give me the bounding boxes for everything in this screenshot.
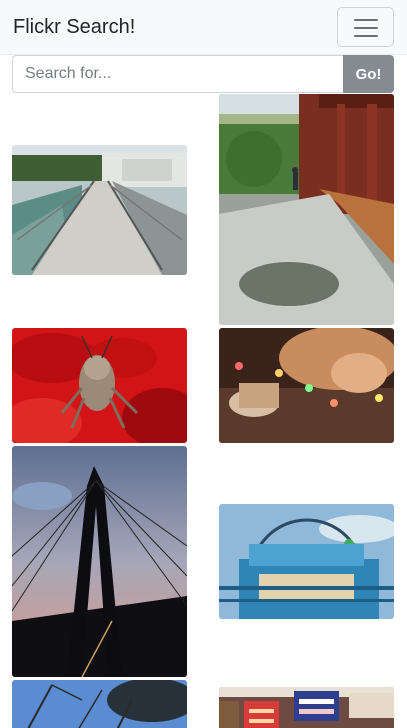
hamburger-menu-icon-bar: [354, 27, 378, 29]
navbar: Flickr Search!: [0, 0, 407, 55]
photo-result[interactable]: [12, 145, 187, 275]
photo-image: [12, 328, 187, 443]
search-bar: Go!: [12, 55, 394, 93]
photo-result[interactable]: [12, 680, 187, 728]
brand-title[interactable]: Flickr Search!: [13, 16, 135, 39]
hamburger-menu-icon: [354, 19, 378, 21]
photo-image: [12, 680, 187, 728]
photo-image: [219, 94, 394, 325]
photo-result[interactable]: [12, 446, 187, 677]
hamburger-menu-icon-bar: [354, 35, 378, 37]
photo-result[interactable]: [219, 687, 394, 728]
photo-image: [219, 328, 394, 443]
photo-result[interactable]: [219, 504, 394, 619]
go-button[interactable]: Go!: [343, 55, 394, 93]
photo-result[interactable]: [12, 328, 187, 443]
navbar-toggle-button[interactable]: [337, 7, 394, 47]
search-input[interactable]: [12, 55, 344, 93]
photo-image: [12, 145, 187, 275]
photo-image: [219, 687, 394, 728]
photo-image: [12, 446, 187, 677]
photo-result[interactable]: [219, 328, 394, 443]
photo-image: [219, 504, 394, 619]
photo-result[interactable]: [219, 94, 394, 325]
